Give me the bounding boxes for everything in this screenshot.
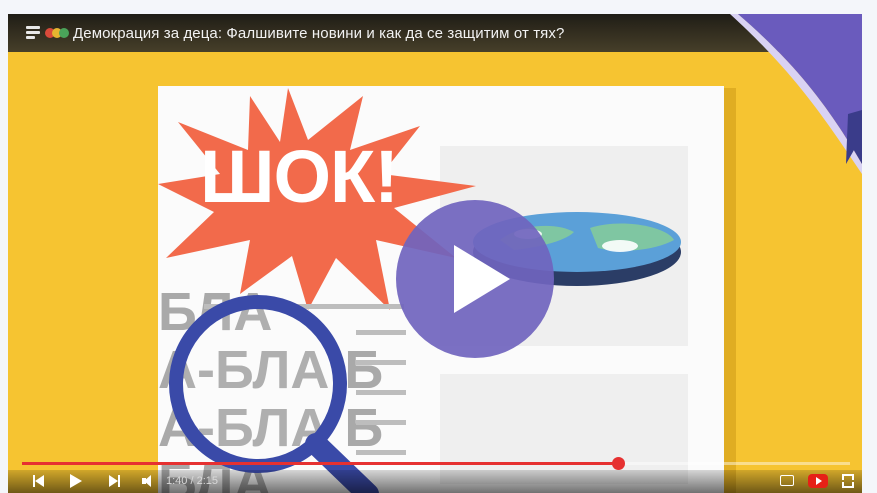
progress-played (22, 462, 618, 465)
newspaper-image-placeholder-lower (440, 374, 688, 484)
screenshot-frame: Демокрация за деца: Фалшивите новини и к… (0, 0, 877, 493)
channel-avatar[interactable] (45, 28, 69, 38)
playlist-icon[interactable] (26, 25, 44, 41)
fullscreen-icon[interactable] (842, 474, 854, 488)
subtitles-icon[interactable] (780, 474, 796, 488)
play-icon[interactable] (70, 474, 82, 488)
player-controls: 1:40 / 2:15 (8, 470, 862, 493)
progress-scrubber[interactable] (612, 457, 625, 470)
video-title[interactable]: Демокрация за деца: Фалшивите новини и к… (73, 25, 564, 42)
play-button-icon[interactable] (396, 200, 554, 358)
next-icon[interactable] (109, 474, 121, 488)
shock-text: ШОК! (200, 135, 399, 218)
video-player[interactable]: Демокрация за деца: Фалшивите новини и к… (8, 14, 862, 493)
previous-icon[interactable] (33, 474, 45, 488)
ribbon-corner-decoration (730, 14, 862, 174)
volume-icon[interactable] (142, 474, 156, 488)
youtube-icon[interactable] (808, 474, 828, 488)
time-display: 1:40 / 2:15 (166, 475, 218, 487)
